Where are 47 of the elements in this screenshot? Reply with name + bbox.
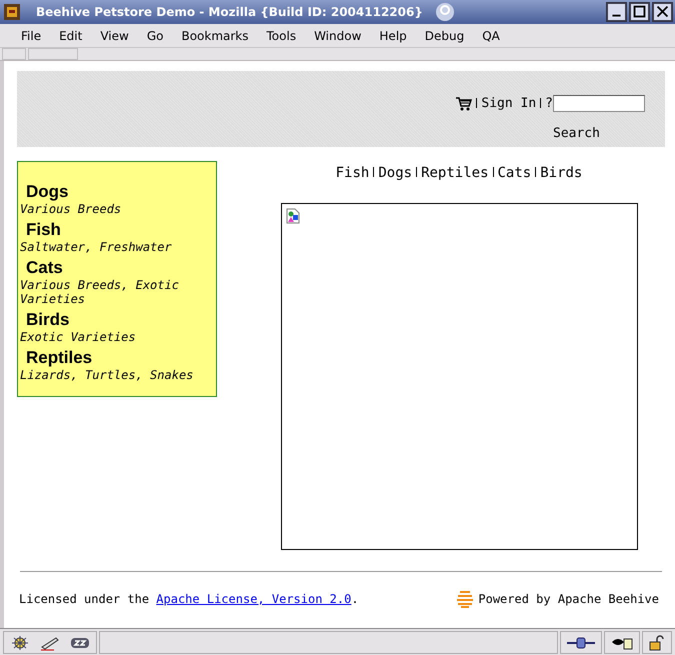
lock-icon[interactable] [649, 634, 665, 650]
category-tab[interactable]: Dogs [378, 165, 412, 181]
connection-icon[interactable] [567, 636, 595, 648]
category-tab[interactable]: Fish [336, 165, 370, 181]
help-link[interactable]: ? [545, 96, 553, 111]
sign-in-link[interactable]: Sign In [481, 96, 536, 111]
category-link[interactable]: Dogs [20, 182, 68, 202]
menu-item[interactable]: Help [370, 28, 416, 42]
category-tab[interactable]: Reptiles [421, 165, 488, 181]
category-tab[interactable]: Cats [498, 165, 532, 181]
beehive-logo-icon [456, 590, 474, 608]
menu-item[interactable]: Bookmarks [172, 28, 258, 42]
category-description: Saltwater, Freshwater [20, 240, 173, 254]
search-button[interactable]: Search [553, 126, 645, 141]
broken-image-icon [286, 208, 300, 224]
minimize-button[interactable] [606, 2, 627, 22]
menu-item[interactable]: View [91, 28, 138, 42]
category-link[interactable]: Reptiles [20, 348, 92, 368]
eye-icon[interactable] [611, 636, 633, 650]
toolbar-grip[interactable] [2, 48, 26, 60]
license-link[interactable]: Apache License, Version 2.0 [156, 592, 352, 606]
cart-icon[interactable] [456, 96, 472, 110]
compose-icon[interactable] [40, 634, 60, 650]
menu-item[interactable]: Debug [416, 28, 474, 42]
menu-item[interactable]: Window [305, 28, 370, 42]
category-description: Lizards, Turtles, Snakes [20, 368, 194, 382]
license-text: Licensed under the Apache License, Version 2.0. [19, 592, 359, 606]
menu-item[interactable]: QA [473, 28, 509, 42]
app-icon [2, 2, 22, 22]
window-title: Beehive Petstore Demo - Mozilla {Build ID: 2004112206} [36, 5, 423, 19]
toolbar-grip[interactable] [28, 48, 78, 60]
category-description: Various Breeds [20, 202, 122, 216]
menu-item[interactable]: Edit [50, 28, 92, 42]
category-link[interactable]: Cats [20, 258, 63, 278]
category-description: Exotic Varieties [20, 330, 137, 344]
maximize-button[interactable] [629, 2, 650, 22]
close-button[interactable] [652, 2, 673, 22]
search-field[interactable] [553, 95, 645, 112]
menu-item[interactable]: Go [138, 28, 172, 42]
category-description: Various Breeds, Exotic Varieties [20, 278, 180, 306]
category-link[interactable]: Birds [20, 310, 70, 330]
menu-item[interactable]: File [12, 28, 50, 42]
powered-by-text: Powered by Apache Beehive [478, 592, 659, 606]
category-tab[interactable]: Birds [540, 165, 582, 181]
bug-icon[interactable] [10, 634, 30, 650]
menu-item[interactable]: Tools [258, 28, 306, 42]
category-link[interactable]: Fish [20, 220, 61, 240]
